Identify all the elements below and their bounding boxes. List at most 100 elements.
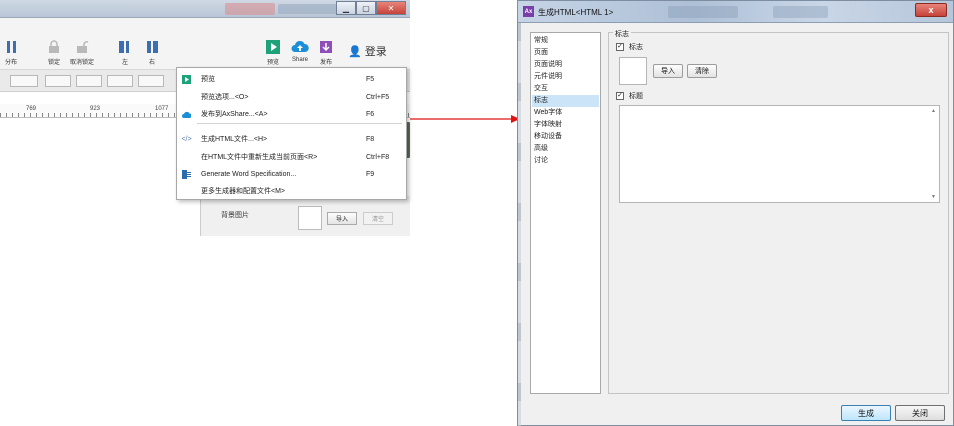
- menu-item-label: 预览选项...<O>: [201, 94, 249, 101]
- unlock-label: 取消锁定: [69, 60, 94, 66]
- publish-menu: 预览 F5 预览选项...<O> Ctrl+F5 发布到AxShare...<A…: [176, 67, 407, 200]
- fill-dropdown[interactable]: [45, 75, 71, 87]
- category-item-logo[interactable]: 标志: [532, 95, 599, 107]
- play-icon: [266, 40, 280, 54]
- window-title-bar: ▁ ▢ ✕: [0, 0, 410, 18]
- close-icon: ✕: [387, 3, 395, 13]
- menu-item-preview[interactable]: 预览 F5: [177, 70, 406, 88]
- dialog-left-edge: [518, 23, 521, 426]
- background-image-label: 背景图片: [221, 212, 249, 219]
- menu-item-shortcut: F8: [366, 135, 375, 143]
- title-bar-blurred-region: [225, 3, 275, 15]
- logo-image-preview: [619, 57, 647, 85]
- category-item-web-fonts[interactable]: Web字体: [532, 107, 599, 119]
- category-item-page-notes[interactable]: 页面说明: [532, 59, 599, 71]
- close-button[interactable]: 关闭: [895, 405, 945, 421]
- caption-checkbox-label: 标题: [629, 93, 643, 100]
- category-item-discussion[interactable]: 讨论: [532, 155, 599, 167]
- unlock-icon: [77, 41, 89, 53]
- distribute-icon: [7, 41, 16, 53]
- logo-clear-button[interactable]: 清除: [687, 64, 717, 78]
- background-import-button[interactable]: 导入: [327, 212, 357, 225]
- caption-checkbox[interactable]: ✓: [616, 92, 624, 100]
- code-icon: </>: [181, 135, 192, 143]
- logo-import-button[interactable]: 导入: [653, 64, 683, 78]
- minimize-icon: ▁: [342, 3, 350, 13]
- maximize-button[interactable]: ▢: [356, 1, 376, 15]
- scroll-up-icon[interactable]: ▲: [931, 108, 936, 114]
- menu-item-label: 预览: [201, 76, 215, 83]
- login-button[interactable]: 👤 登录: [348, 43, 387, 59]
- style-dropdown[interactable]: [10, 75, 38, 87]
- menu-item-preview-options[interactable]: 预览选项...<O> Ctrl+F5: [177, 88, 406, 106]
- ruler-mark: 923: [90, 106, 101, 112]
- publish-label: 发布: [319, 60, 332, 66]
- close-window-button[interactable]: ✕: [376, 1, 406, 15]
- menu-item-shortcut: F5: [366, 75, 375, 83]
- menu-item-word-spec[interactable]: Generate Word Specification... F9: [177, 165, 406, 183]
- generate-button[interactable]: 生成: [841, 405, 891, 421]
- category-item-mobile[interactable]: 移动设备: [532, 131, 599, 143]
- inspector-panel: 背景图片 导入 清空: [200, 196, 410, 236]
- menu-separator: [197, 123, 402, 124]
- caption-text-area[interactable]: ▲ ▼: [619, 105, 940, 203]
- menu-item-label: Generate Word Specification...: [201, 170, 297, 178]
- publish-icon: [320, 41, 332, 53]
- scroll-down-icon[interactable]: ▼: [931, 194, 936, 200]
- login-label: 登录: [364, 46, 387, 58]
- word-doc-icon: [182, 169, 191, 179]
- category-item-widget-notes[interactable]: 元件说明: [532, 71, 599, 83]
- cloud-upload-icon: [291, 40, 309, 52]
- ruler-mark: 1077: [155, 106, 169, 112]
- caption-checkbox-row[interactable]: ✓ 标题: [616, 91, 643, 101]
- menu-item-regenerate-page[interactable]: 在HTML文件中重新生成当前页面<R> Ctrl+F8: [177, 148, 406, 166]
- menu-item-generate-html[interactable]: </> 生成HTML文件...<H> F8: [177, 130, 406, 148]
- category-item-interactions[interactable]: 交互: [532, 83, 599, 95]
- unlock-button[interactable]: 取消锁定: [65, 40, 99, 66]
- menu-item-shortcut: F6: [366, 110, 375, 118]
- logo-checkbox[interactable]: ✓: [616, 43, 624, 51]
- menu-item-more-generators[interactable]: 更多生成器和配置文件<M>: [177, 182, 406, 200]
- lock-label: 锁定: [47, 60, 60, 66]
- dialog-title: 生成HTML<HTML 1>: [538, 8, 614, 17]
- category-item-font-mapping[interactable]: 字体映射: [532, 119, 599, 131]
- line-dropdown[interactable]: [76, 75, 102, 87]
- logo-settings-panel: 标志 ✓ 标志 导入 清除 ✓ 标题 ▲ ▼: [608, 29, 949, 394]
- background-clear-button[interactable]: 清空: [363, 212, 393, 225]
- line-weight-dropdown[interactable]: [107, 75, 133, 87]
- dialog-close-button[interactable]: x: [915, 3, 947, 17]
- main-toolbar: 分布 锁定 取消锁定 左 右 预览 Share 发布 👤 登录: [0, 18, 410, 70]
- menu-item-label: 在HTML文件中重新生成当前页面<R>: [201, 154, 318, 161]
- category-item-general[interactable]: 常规: [532, 35, 599, 47]
- publish-button[interactable]: 发布: [309, 40, 343, 66]
- category-item-advanced[interactable]: 高级: [532, 143, 599, 155]
- close-icon: x: [928, 5, 934, 15]
- generate-html-dialog: Ax 生成HTML<HTML 1> x 常规 页面 页面说明 元件说明 交互 标…: [517, 0, 954, 426]
- title-bar-blurred-region-2: [278, 4, 338, 14]
- annotation-arrow: [410, 115, 520, 123]
- user-icon: 👤: [348, 45, 362, 58]
- menu-item-label: 发布到AxShare...<A>: [201, 111, 268, 118]
- dialog-title-bar: Ax 生成HTML<HTML 1> x: [518, 1, 953, 23]
- category-item-pages[interactable]: 页面: [532, 47, 599, 59]
- logo-checkbox-row[interactable]: ✓ 标志: [616, 42, 643, 52]
- cloud-upload-icon: [182, 111, 191, 118]
- distribute-label: 分布: [4, 60, 17, 66]
- menu-item-publish-axshare[interactable]: 发布到AxShare...<A> F6: [177, 105, 406, 123]
- minimize-button[interactable]: ▁: [336, 1, 356, 15]
- menu-item-shortcut: Ctrl+F5: [366, 93, 390, 101]
- menu-item-label: 更多生成器和配置文件<M>: [201, 188, 286, 195]
- background-image-preview: [298, 206, 322, 230]
- line-style-dropdown[interactable]: [138, 75, 164, 87]
- title-bar-blurred-region: [668, 6, 738, 18]
- logo-checkbox-label: 标志: [629, 44, 643, 51]
- align-right-icon: [147, 41, 158, 53]
- distribute-button[interactable]: 分布: [0, 40, 28, 66]
- play-icon: [182, 74, 191, 84]
- lock-icon: [49, 40, 59, 53]
- menu-item-label: 生成HTML文件...<H>: [201, 136, 268, 143]
- ruler-mark: 769: [26, 106, 37, 112]
- align-right-button[interactable]: 右: [135, 40, 169, 66]
- align-left-label: 左: [121, 60, 128, 66]
- category-list: 常规 页面 页面说明 元件说明 交互 标志 Web字体 字体映射 移动设备 高级…: [530, 32, 601, 394]
